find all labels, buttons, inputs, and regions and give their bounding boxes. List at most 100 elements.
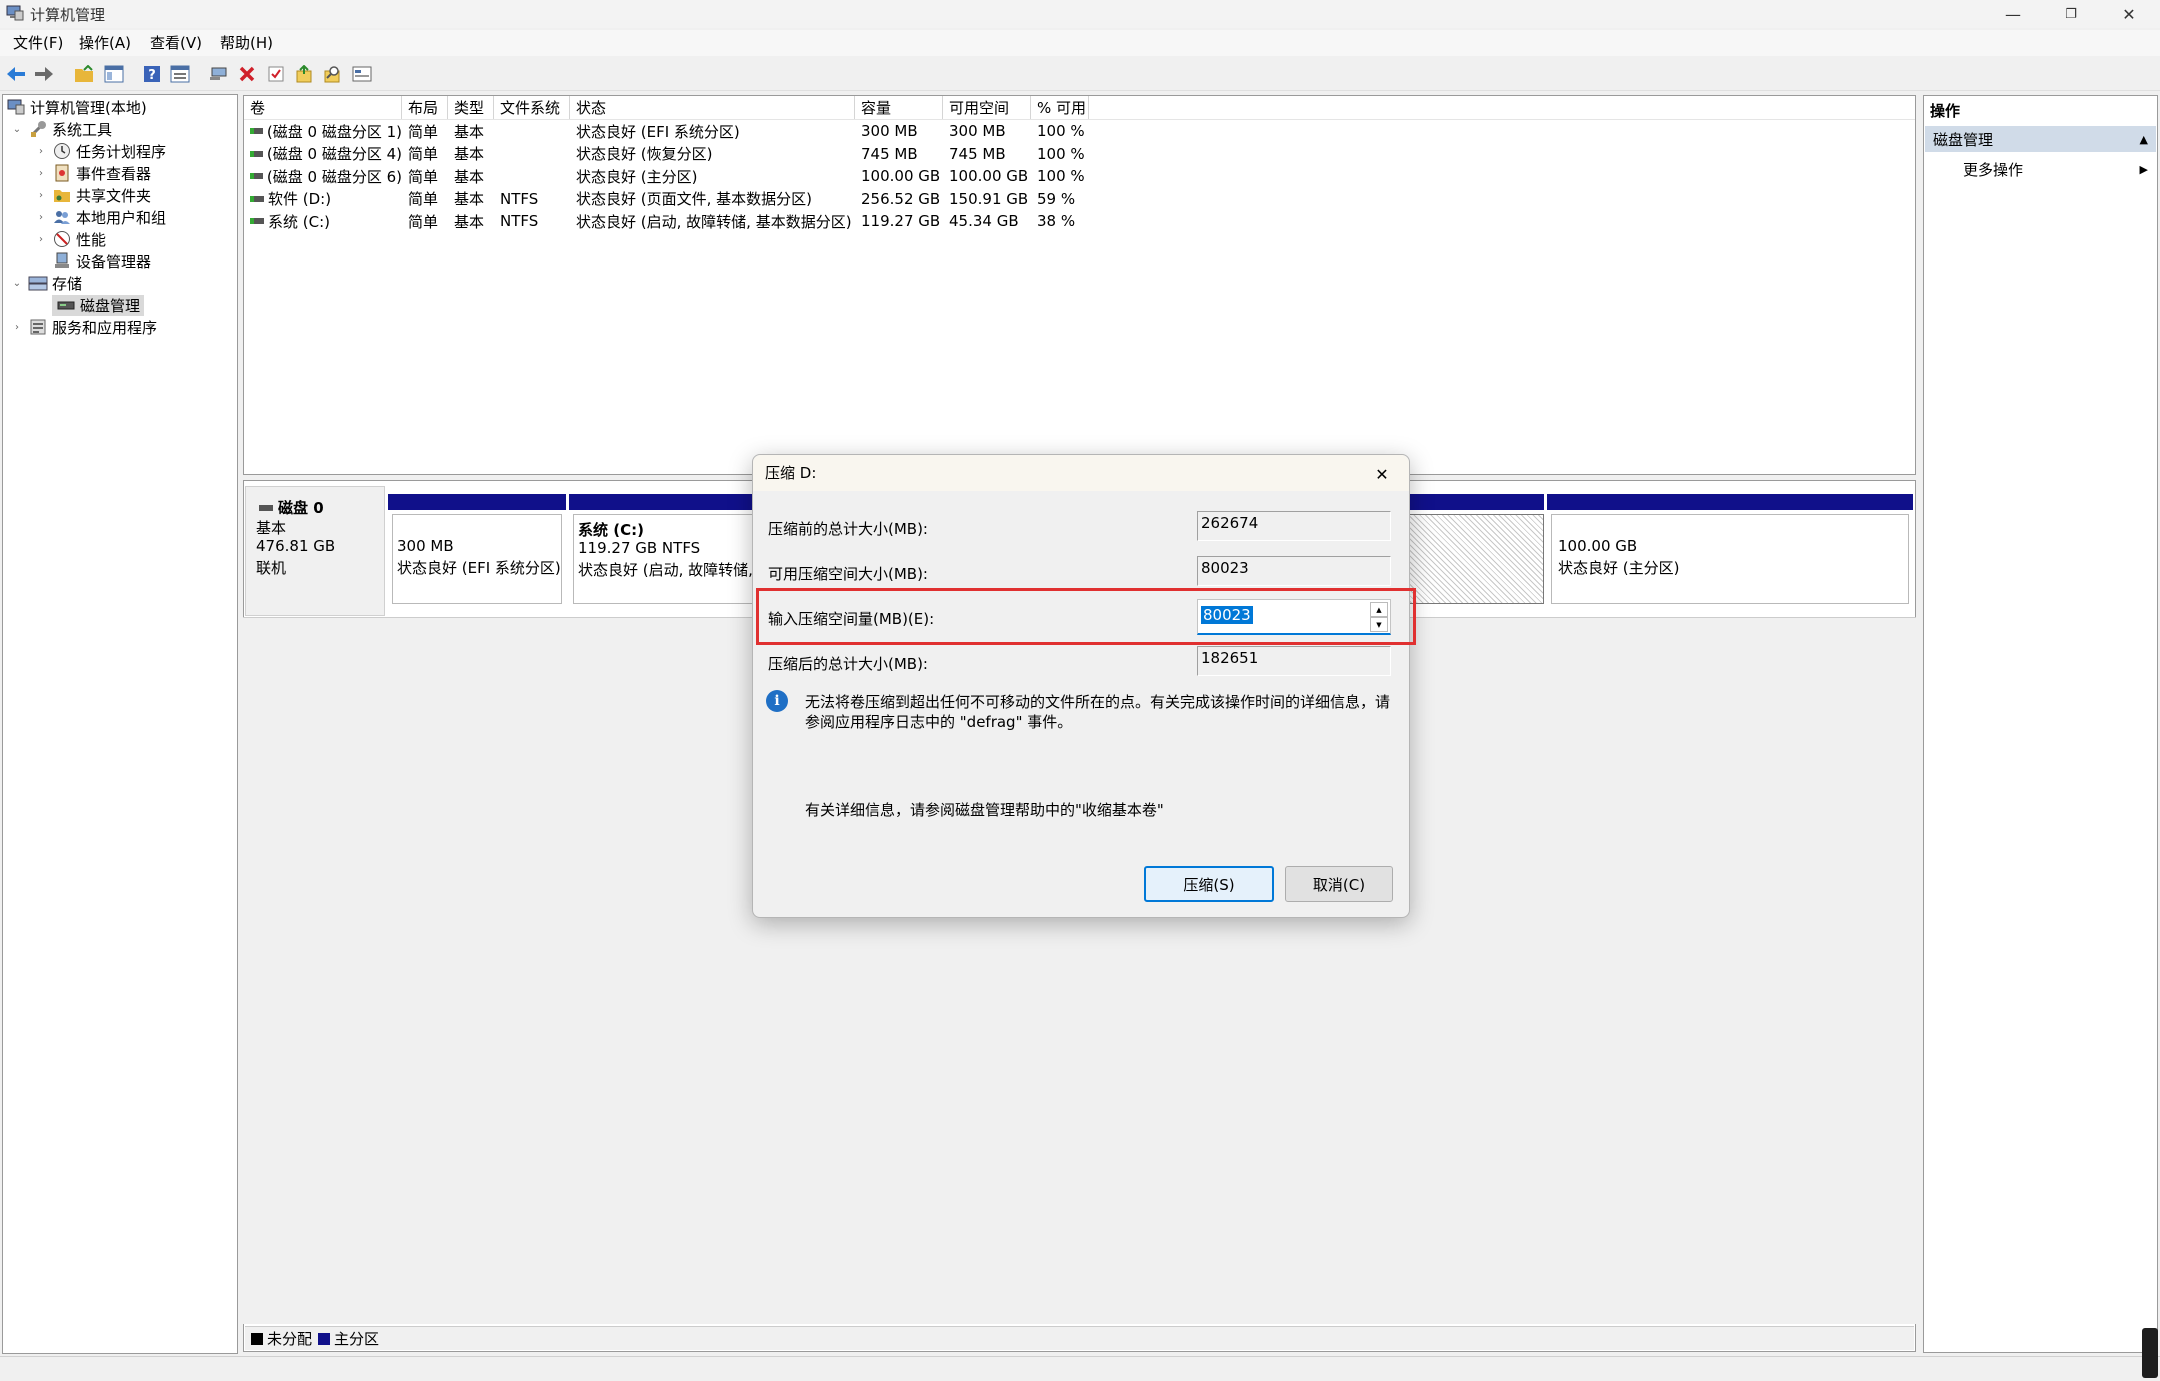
actions-section-disk-management[interactable]: 磁盘管理 ▲ xyxy=(1925,126,2156,152)
help-icon[interactable]: ? xyxy=(140,62,164,86)
volume-icon xyxy=(250,150,263,157)
shrink-amount-stepper[interactable]: 80023 ▲ ▼ xyxy=(1197,599,1391,635)
table-row[interactable]: (磁盘 0 磁盘分区 4) 简单 基本 状态良好 (恢复分区) 745 MB 745 MB… xyxy=(244,143,1915,166)
disk-0-label[interactable]: 磁盘 0 基本 476.81 GB 联机 xyxy=(245,486,385,616)
col-volume[interactable]: 卷 xyxy=(244,96,402,119)
check-icon[interactable] xyxy=(264,62,288,86)
menu-view[interactable]: 查看(V) xyxy=(150,32,202,53)
tree-item-storage[interactable]: ⌄ 存储 xyxy=(4,272,236,294)
legend-swatch-unallocated xyxy=(251,1332,263,1345)
cell-percent-free: 59 % xyxy=(1037,189,1076,208)
tree-item-disk-management[interactable]: 磁盘管理 xyxy=(4,294,236,316)
col-free-space[interactable]: 可用空间 xyxy=(943,96,1031,119)
disk-0-status: 联机 xyxy=(256,559,287,577)
stepper-down-icon[interactable]: ▼ xyxy=(1370,617,1388,632)
tree-item-services-apps[interactable]: › 服务和应用程序 xyxy=(4,316,236,338)
menu-file[interactable]: 文件(F) xyxy=(13,32,63,53)
cell-type: 基本 xyxy=(454,212,485,231)
tree-container: 计算机管理(本地) ⌄ 系统工具 › 任务计划程序 › 事件查看器 › 共享文件… xyxy=(4,96,236,338)
cell-type: 基本 xyxy=(454,122,485,141)
cell-free-space: 150.91 GB xyxy=(949,189,1029,208)
tree-label-services-apps: 服务和应用程序 xyxy=(52,318,158,337)
cell-layout: 简单 xyxy=(408,190,439,209)
import-icon[interactable] xyxy=(292,62,316,86)
col-capacity[interactable]: 容量 xyxy=(855,96,943,119)
minimize-button[interactable]: — xyxy=(1984,0,2042,28)
chevron-down-icon[interactable]: ⌄ xyxy=(10,278,24,289)
show-hide-tree-icon[interactable] xyxy=(102,62,126,86)
table-row[interactable]: 系统 (C:) 简单 基本 NTFS 状态良好 (启动, 故障转储, 基本数据分区) 11… xyxy=(244,210,1915,233)
menu-help[interactable]: 帮助(H) xyxy=(220,32,273,53)
partition-d[interactable] xyxy=(1400,494,1544,610)
cell-status: 状态良好 (启动, 故障转储, 基本数据分区) xyxy=(576,212,852,231)
search-icon[interactable] xyxy=(320,62,344,86)
partition-body: 300 MB 状态良好 (EFI 系统分区) xyxy=(392,514,562,604)
chevron-right-icon[interactable]: › xyxy=(10,322,24,333)
restore-button[interactable]: ❐ xyxy=(2042,0,2100,28)
properties-icon[interactable] xyxy=(168,62,192,86)
partition-c[interactable]: 系统 (C:) 119.27 GB NTFS 状态良好 (启动, 故障转储, xyxy=(569,494,754,610)
cell-type: 基本 xyxy=(454,145,485,164)
menu-action[interactable]: 操作(A) xyxy=(79,32,131,53)
partition-last[interactable]: 100.00 GB 状态良好 (主分区) xyxy=(1547,494,1913,610)
chevron-right-icon[interactable]: › xyxy=(34,146,48,157)
dialog-title-bar xyxy=(753,455,1409,491)
cancel-button[interactable]: 取消(C) xyxy=(1285,866,1393,902)
back-arrow-icon[interactable] xyxy=(4,62,28,86)
tree-item-shared-folders[interactable]: › 共享文件夹 xyxy=(4,184,236,206)
cell-free-space: 100.00 GB xyxy=(949,167,1029,186)
tree-item-root[interactable]: 计算机管理(本地) xyxy=(4,96,236,118)
tree-item-performance[interactable]: › 性能 xyxy=(4,228,236,250)
table-row[interactable]: 软件 (D:) 简单 基本 NTFS 状态良好 (页面文件, 基本数据分区) 256.52… xyxy=(244,188,1915,211)
tree-item-device-manager[interactable]: 设备管理器 xyxy=(4,250,236,272)
connect-icon[interactable] xyxy=(206,62,230,86)
info-text-line1: 无法将卷压缩到超出任何不可移动的文件所在的点。有关完成该操作时间的详细信息，请 xyxy=(805,693,1391,711)
col-layout[interactable]: 布局 xyxy=(402,96,448,119)
tree-item-system-tools[interactable]: ⌄ 系统工具 xyxy=(4,118,236,140)
table-row[interactable]: (磁盘 0 磁盘分区 1) 简单 基本 状态良好 (EFI 系统分区) 300 MB 30… xyxy=(244,120,1915,143)
view-icon[interactable] xyxy=(350,62,374,86)
app-icon xyxy=(6,5,24,21)
cell-free-space: 745 MB xyxy=(949,144,1006,163)
tree-item-local-users[interactable]: › 本地用户和组 xyxy=(4,206,236,228)
dialog-close-button[interactable]: ✕ xyxy=(1367,461,1397,487)
delete-icon[interactable] xyxy=(235,62,259,86)
chevron-right-icon[interactable]: › xyxy=(34,190,48,201)
tree-item-task-scheduler[interactable]: › 任务计划程序 xyxy=(4,140,236,162)
shrink-amount-input[interactable]: 80023 xyxy=(1201,606,1253,624)
col-filesystem[interactable]: 文件系统 xyxy=(494,96,570,119)
scroll-handle[interactable] xyxy=(2142,1328,2158,1378)
col-type[interactable]: 类型 xyxy=(448,96,494,119)
forward-arrow-icon[interactable] xyxy=(32,62,56,86)
tree-label-device-manager: 设备管理器 xyxy=(76,252,152,271)
volume-rows: (磁盘 0 磁盘分区 1) 简单 基本 状态良好 (EFI 系统分区) 300 MB 30… xyxy=(244,120,1915,233)
up-folder-icon[interactable] xyxy=(72,62,96,86)
legend-bar: 未分配 主分区 xyxy=(245,1326,1914,1350)
tree-item-event-viewer[interactable]: › 事件查看器 xyxy=(4,162,236,184)
chevron-down-icon[interactable]: ⌄ xyxy=(10,124,24,135)
cell-status: 状态良好 (主分区) xyxy=(576,167,698,186)
title-bar xyxy=(0,0,2160,28)
tree-label-storage: 存储 xyxy=(52,274,83,293)
cell-volume: 软件 (D:) xyxy=(244,188,402,209)
cell-layout: 简单 xyxy=(408,167,439,186)
col-status[interactable]: 状态 xyxy=(570,96,855,119)
collapse-up-icon[interactable]: ▲ xyxy=(2140,133,2148,146)
total-after-value: 182651 xyxy=(1201,649,1259,667)
shrink-button[interactable]: 压缩(S) xyxy=(1144,866,1274,902)
partition-body: 100.00 GB 状态良好 (主分区) xyxy=(1551,514,1909,604)
cell-filesystem: NTFS xyxy=(500,212,539,231)
chevron-right-icon[interactable]: › xyxy=(34,212,48,223)
cell-filesystem: NTFS xyxy=(500,189,539,208)
clock-icon xyxy=(52,142,72,160)
col-percent-free[interactable]: % 可用 xyxy=(1031,96,1089,119)
close-button[interactable]: ✕ xyxy=(2100,0,2158,28)
stepper-up-icon[interactable]: ▲ xyxy=(1370,602,1388,617)
chevron-right-icon[interactable]: › xyxy=(34,234,48,245)
partition-efi[interactable]: 300 MB 状态良好 (EFI 系统分区) xyxy=(388,494,566,610)
actions-more[interactable]: 更多操作 ▶ xyxy=(1925,156,2156,182)
help-text: 有关详细信息，请参阅磁盘管理帮助中的"收缩基本卷" xyxy=(805,801,1164,819)
table-row[interactable]: (磁盘 0 磁盘分区 6) 简单 基本 状态良好 (主分区) 100.00 GB 100.… xyxy=(244,165,1915,188)
cell-capacity: 256.52 GB xyxy=(861,189,941,208)
chevron-right-icon[interactable]: › xyxy=(34,168,48,179)
